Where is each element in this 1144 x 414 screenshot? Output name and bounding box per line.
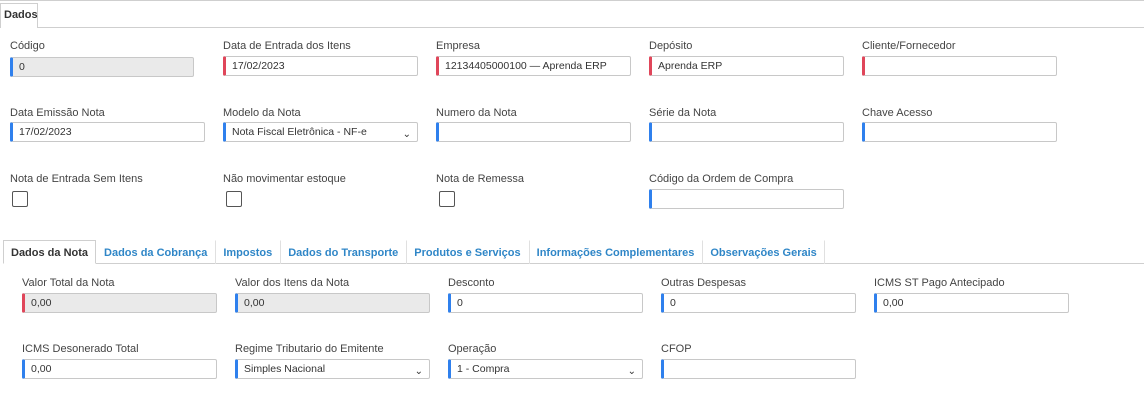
valor-itens-label: Valor dos Itens da Nota bbox=[235, 277, 350, 289]
sem-itens-label: Nota de Entrada Sem Itens bbox=[10, 173, 143, 185]
serie-field[interactable] bbox=[649, 122, 844, 142]
cliente-label: Cliente/Fornecedor bbox=[862, 40, 956, 52]
nao-movimentar-checkbox[interactable] bbox=[226, 191, 242, 207]
chave-label: Chave Acesso bbox=[862, 107, 933, 119]
remessa-checkbox[interactable] bbox=[439, 191, 455, 207]
numero-field[interactable] bbox=[436, 122, 631, 142]
sem-itens-checkbox[interactable] bbox=[12, 191, 28, 207]
cfop-field[interactable] bbox=[661, 359, 856, 379]
numero-label: Numero da Nota bbox=[436, 107, 517, 119]
serie-label: Série da Nota bbox=[649, 107, 717, 119]
deposito-label: Depósito bbox=[649, 40, 693, 52]
codigo-label: Código bbox=[10, 40, 45, 52]
icms-desonerado-label: ICMS Desonerado Total bbox=[22, 343, 139, 355]
operacao-value: 1 - Compra bbox=[457, 363, 510, 375]
operacao-label: Operação bbox=[448, 343, 497, 355]
outras-despesas-field[interactable]: 0 bbox=[661, 293, 856, 313]
valor-total-label: Valor Total da Nota bbox=[22, 277, 115, 289]
cliente-field[interactable] bbox=[862, 56, 1057, 76]
ordem-compra-field[interactable] bbox=[649, 189, 844, 209]
regime-value: Simples Nacional bbox=[244, 363, 326, 375]
icms-st-field[interactable]: 0,00 bbox=[874, 293, 1069, 313]
modelo-label: Modelo da Nota bbox=[223, 107, 301, 119]
top-border bbox=[0, 0, 1144, 1]
empresa-label: Empresa bbox=[436, 40, 481, 52]
deposito-field[interactable]: Aprenda ERP bbox=[649, 56, 844, 76]
tab-dados[interactable]: Dados bbox=[0, 3, 38, 28]
chave-field[interactable] bbox=[862, 122, 1057, 142]
desconto-label: Desconto bbox=[448, 277, 495, 289]
tab-dados-do-transporte[interactable]: Dados do Transporte bbox=[280, 240, 406, 264]
data-emissao-label: Data Emissão Nota bbox=[10, 107, 105, 119]
chevron-down-icon: ⌄ bbox=[402, 129, 411, 140]
desconto-field[interactable]: 0 bbox=[448, 293, 643, 313]
valor-total-field: 0,00 bbox=[22, 293, 217, 313]
tab-informacoes-complementares[interactable]: Informações Complementares bbox=[528, 240, 703, 264]
data-emissao-field[interactable]: 17/02/2023 bbox=[10, 122, 205, 142]
codigo-field: 0 bbox=[10, 57, 194, 77]
ordem-compra-label: Código da Ordem de Compra bbox=[649, 173, 794, 185]
data-entrada-label: Data de Entrada dos Itens bbox=[223, 40, 351, 52]
outras-despesas-label: Outras Despesas bbox=[661, 277, 746, 289]
tab-dados-da-nota[interactable]: Dados da Nota bbox=[3, 240, 97, 264]
tab-observacoes-gerais[interactable]: Observações Gerais bbox=[702, 240, 825, 264]
tab-bar: Dados da Nota Dados da Cobrança Impostos… bbox=[3, 240, 825, 264]
chevron-down-icon: ⌄ bbox=[627, 366, 636, 377]
valor-itens-field: 0,00 bbox=[235, 293, 430, 313]
tab-impostos[interactable]: Impostos bbox=[215, 240, 280, 264]
empresa-field[interactable]: 12134405000100 — Aprenda ERP bbox=[436, 56, 631, 76]
remessa-label: Nota de Remessa bbox=[436, 173, 525, 185]
nao-movimentar-label: Não movimentar estoque bbox=[223, 173, 346, 185]
tab-dados-da-cobranca[interactable]: Dados da Cobrança bbox=[96, 240, 215, 264]
icms-desonerado-field[interactable]: 0,00 bbox=[22, 359, 217, 379]
chevron-down-icon: ⌄ bbox=[414, 366, 423, 377]
data-entrada-field[interactable]: 17/02/2023 bbox=[223, 56, 418, 76]
top-tab-divider bbox=[38, 27, 1144, 28]
tab-produtos-e-servicos[interactable]: Produtos e Serviços bbox=[406, 240, 528, 264]
regime-select[interactable]: Simples Nacional ⌄ bbox=[235, 359, 430, 379]
modelo-select[interactable]: Nota Fiscal Eletrônica - NF-e ⌄ bbox=[223, 122, 418, 142]
operacao-select[interactable]: 1 - Compra ⌄ bbox=[448, 359, 643, 379]
cfop-label: CFOP bbox=[661, 343, 692, 355]
modelo-value: Nota Fiscal Eletrônica - NF-e bbox=[232, 126, 367, 138]
icms-st-label: ICMS ST Pago Antecipado bbox=[874, 277, 1005, 289]
regime-label: Regime Tributario do Emitente bbox=[235, 343, 384, 355]
